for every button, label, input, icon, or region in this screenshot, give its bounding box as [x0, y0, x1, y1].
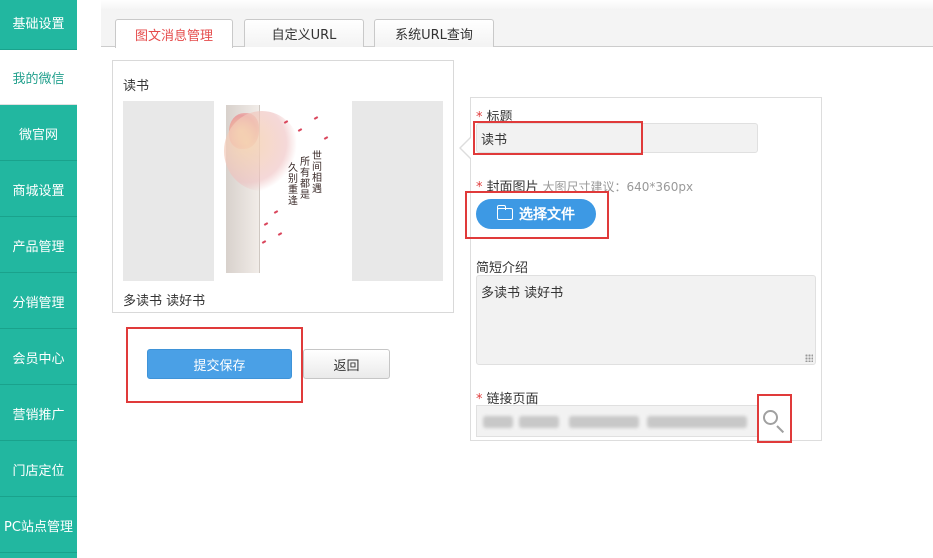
sidebar-item-marketing[interactable]: 营销推广	[0, 386, 77, 441]
sidebar-item-member-center[interactable]: 会员中心	[0, 330, 77, 385]
submit-save-button[interactable]: 提交保存	[147, 349, 292, 379]
sidebar-gutter	[77, 0, 101, 558]
petal	[261, 240, 267, 244]
sidebar-item-label: PC站点管理	[4, 519, 73, 535]
sidebar-item-my-wechat[interactable]: 我的微信	[0, 50, 77, 105]
sidebar-item-basic-settings[interactable]: 基础设置	[0, 0, 77, 50]
summary-text: 多读书 读好书	[481, 286, 564, 301]
summary-textarea[interactable]: 多读书 读好书	[476, 275, 816, 365]
cover-char: 逢	[288, 196, 298, 207]
blurred-text	[647, 416, 747, 428]
petal	[273, 210, 279, 214]
highlight-box-file	[465, 191, 609, 239]
sidebar-item-label: 营销推广	[12, 407, 65, 423]
petal	[313, 116, 319, 120]
sidebar-item-label: 微官网	[18, 127, 58, 143]
news-preview-card: 读书 世 间 所 有 相 遇 都 是 久 别 重 逢 多读书 读好书	[112, 60, 454, 313]
blurred-text	[569, 416, 639, 428]
cover-char: 遇	[312, 184, 322, 195]
tab-custom-url[interactable]: 自定义URL	[244, 19, 364, 47]
tab-bar: 图文消息管理 自定义URL 系统URL查询	[101, 0, 933, 48]
highlight-box-search	[757, 394, 792, 443]
blurred-text	[519, 416, 559, 428]
panel-pointer-inner	[461, 138, 471, 158]
blurred-text	[483, 416, 513, 428]
cover-char: 间	[312, 162, 322, 173]
back-button[interactable]: 返回	[303, 349, 390, 379]
tab-system-url[interactable]: 系统URL查询	[374, 19, 494, 47]
sidebar-item-label: 会员中心	[12, 351, 65, 367]
book-cover: 世 间 所 有 相 遇 都 是 久 别 重 逢	[214, 101, 352, 281]
sidebar-item-label: 我的微信	[12, 71, 65, 87]
sidebar-item-micro-site[interactable]: 微官网	[0, 106, 77, 161]
cover-char: 有	[300, 168, 310, 179]
cover-char: 重	[288, 185, 298, 196]
sidebar-item-label: 基础设置	[12, 16, 65, 32]
petal	[263, 222, 269, 226]
sidebar-item-label: 商城设置	[12, 183, 65, 199]
resize-handle[interactable]	[805, 354, 813, 362]
cover-char: 所	[300, 157, 310, 168]
tab-label: 自定义URL	[271, 28, 337, 43]
sidebar-item-label: 门店定位	[12, 463, 65, 479]
tab-label: 图文消息管理	[134, 28, 213, 44]
sidebar-item-pc-site[interactable]: PC站点管理	[0, 498, 77, 553]
highlight-box-title	[473, 121, 643, 155]
tab-label: 系统URL查询	[395, 28, 473, 43]
preview-title: 读书	[123, 79, 150, 94]
sidebar-item-product-management[interactable]: 产品管理	[0, 218, 77, 273]
sidebar-item-distribution[interactable]: 分销管理	[0, 274, 77, 329]
cover-char: 世	[312, 151, 322, 162]
petal	[323, 136, 329, 140]
sidebar-item-label: 产品管理	[12, 239, 65, 255]
cover-char: 是	[300, 190, 310, 201]
sidebar-item-label: 分销管理	[12, 295, 65, 311]
link-page-input[interactable]	[476, 405, 758, 437]
cover-char: 相	[312, 173, 322, 184]
preview-description: 多读书 读好书	[123, 294, 206, 309]
summary-label: 简短介绍	[476, 261, 529, 276]
petal	[297, 128, 303, 132]
sidebar-item-mall-settings[interactable]: 商城设置	[0, 162, 77, 217]
cover-char: 久	[288, 163, 298, 174]
cover-char: 别	[288, 174, 298, 185]
cover-char: 都	[300, 179, 310, 190]
preview-cover-image: 世 间 所 有 相 遇 都 是 久 别 重 逢	[123, 101, 443, 281]
sidebar-item-store-location[interactable]: 门店定位	[0, 442, 77, 497]
sidebar: 基础设置 我的微信 微官网 商城设置 产品管理 分销管理 会员中心 营销推广 门…	[0, 0, 77, 558]
petal	[277, 232, 283, 236]
tab-news-management[interactable]: 图文消息管理	[115, 19, 233, 48]
